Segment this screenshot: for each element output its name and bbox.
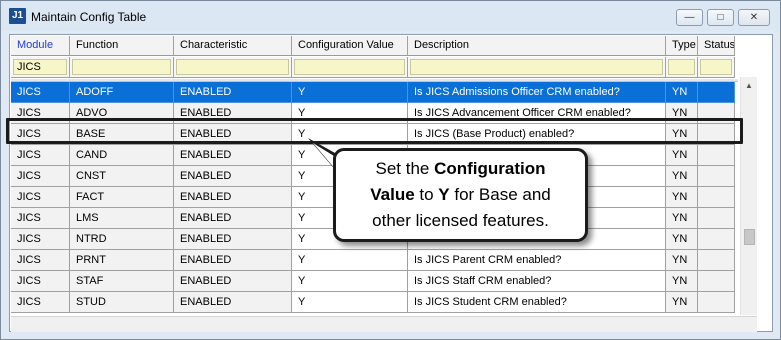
close-icon: ✕ (749, 12, 759, 23)
cell-description[interactable]: Is JICS Student CRM enabled? (408, 292, 666, 313)
filter-value-input[interactable] (294, 59, 405, 75)
filter-status-input[interactable] (700, 59, 732, 75)
scroll-up-icon[interactable]: ▲ (745, 81, 753, 90)
callout-line-2: Value to Y for Base and (370, 185, 551, 204)
scroll-thumb[interactable] (744, 229, 755, 245)
vertical-scrollbar[interactable]: ▲ (740, 77, 757, 315)
cell-description[interactable]: Is JICS Staff CRM enabled? (408, 271, 666, 292)
cell-characteristic[interactable]: ENABLED (174, 229, 292, 250)
cell-characteristic[interactable]: ENABLED (174, 145, 292, 166)
filter-description-input[interactable] (410, 59, 663, 75)
cell-characteristic[interactable]: ENABLED (174, 250, 292, 271)
minimize-icon: — (684, 12, 695, 23)
title-bar[interactable]: J1 Maintain Config Table — □ ✕ (1, 1, 780, 31)
cell-module[interactable]: JICS (11, 166, 70, 187)
instruction-callout: Set the Configuration Value to Y for Bas… (333, 148, 588, 242)
close-button[interactable]: ✕ (738, 9, 770, 26)
maximize-button[interactable]: □ (707, 9, 734, 26)
cell-type[interactable]: YN (666, 187, 698, 208)
column-header-configuration-value[interactable]: Configuration Value (292, 36, 408, 56)
cell-function[interactable]: STAF (70, 271, 174, 292)
cell-function[interactable]: LMS (70, 208, 174, 229)
cell-status[interactable] (698, 145, 735, 166)
cell-configuration-value[interactable]: Y (292, 250, 408, 271)
cell-configuration-value[interactable]: Y (292, 271, 408, 292)
filter-type-input[interactable] (668, 59, 695, 75)
grid-header: Module Function Characteristic Configura… (11, 36, 735, 56)
cell-characteristic[interactable]: ENABLED (174, 208, 292, 229)
cell-type[interactable]: YN (666, 166, 698, 187)
cell-function[interactable]: ADOFF (70, 82, 174, 103)
cell-module[interactable]: JICS (11, 145, 70, 166)
cell-function[interactable]: FACT (70, 187, 174, 208)
cell-module[interactable]: JICS (11, 229, 70, 250)
column-header-module[interactable]: Module (11, 36, 70, 56)
filter-row: JICS (11, 57, 735, 78)
cell-type[interactable]: YN (666, 292, 698, 313)
cell-module[interactable]: JICS (11, 82, 70, 103)
cell-status[interactable] (698, 166, 735, 187)
cell-characteristic[interactable]: ENABLED (174, 82, 292, 103)
column-header-description[interactable]: Description (408, 36, 666, 56)
cell-module[interactable]: JICS (11, 187, 70, 208)
base-row-highlight (6, 118, 743, 144)
column-header-function[interactable]: Function (70, 36, 174, 56)
cell-status[interactable] (698, 229, 735, 250)
cell-status[interactable] (698, 292, 735, 313)
cell-description[interactable]: Is JICS Parent CRM enabled? (408, 250, 666, 271)
cell-status[interactable] (698, 82, 735, 103)
cell-characteristic[interactable]: ENABLED (174, 292, 292, 313)
cell-type[interactable]: YN (666, 271, 698, 292)
cell-function[interactable]: CAND (70, 145, 174, 166)
cell-function[interactable]: STUD (70, 292, 174, 313)
cell-type[interactable]: YN (666, 82, 698, 103)
cell-status[interactable] (698, 250, 735, 271)
column-header-status[interactable]: Status (698, 36, 735, 56)
callout-line-1: Set the Configuration (375, 159, 546, 178)
cell-status[interactable] (698, 187, 735, 208)
cell-module[interactable]: JICS (11, 250, 70, 271)
cell-type[interactable]: YN (666, 145, 698, 166)
cell-characteristic[interactable]: ENABLED (174, 166, 292, 187)
maximize-icon: □ (717, 12, 724, 23)
cell-function[interactable]: CNST (70, 166, 174, 187)
column-header-type[interactable]: Type (666, 36, 698, 56)
filter-function-input[interactable] (72, 59, 171, 75)
callout-line-3: other licensed features. (372, 211, 549, 230)
cell-characteristic[interactable]: ENABLED (174, 187, 292, 208)
cell-module[interactable]: JICS (11, 292, 70, 313)
horizontal-scrollbar[interactable] (11, 316, 757, 332)
cell-characteristic[interactable]: ENABLED (174, 271, 292, 292)
table-row[interactable]: JICS STUD ENABLED Y Is JICS Student CRM enab… (11, 292, 735, 313)
cell-type[interactable]: YN (666, 208, 698, 229)
cell-configuration-value[interactable]: Y (292, 82, 408, 103)
app-logo-icon: J1 (9, 8, 26, 24)
cell-type[interactable]: YN (666, 229, 698, 250)
table-row[interactable]: JICS PRNT ENABLED Y Is JICS Parent CRM enabl… (11, 250, 735, 271)
cell-function[interactable]: PRNT (70, 250, 174, 271)
cell-type[interactable]: YN (666, 250, 698, 271)
minimize-button[interactable]: — (676, 9, 703, 26)
cell-configuration-value[interactable]: Y (292, 292, 408, 313)
filter-characteristic-input[interactable] (176, 59, 289, 75)
cell-function[interactable]: NTRD (70, 229, 174, 250)
cell-module[interactable]: JICS (11, 271, 70, 292)
table-row[interactable]: JICS ADOFF ENABLED Y Is JICS Admissions Offi… (11, 82, 735, 103)
column-header-characteristic[interactable]: Characteristic (174, 36, 292, 56)
cell-status[interactable] (698, 271, 735, 292)
filter-module-input[interactable]: JICS (13, 59, 67, 75)
table-row[interactable]: JICS STAF ENABLED Y Is JICS Staff CRM enable… (11, 271, 735, 292)
cell-status[interactable] (698, 208, 735, 229)
cell-module[interactable]: JICS (11, 208, 70, 229)
cell-description[interactable]: Is JICS Admissions Officer CRM enabled? (408, 82, 666, 103)
window-title: Maintain Config Table (31, 10, 147, 24)
